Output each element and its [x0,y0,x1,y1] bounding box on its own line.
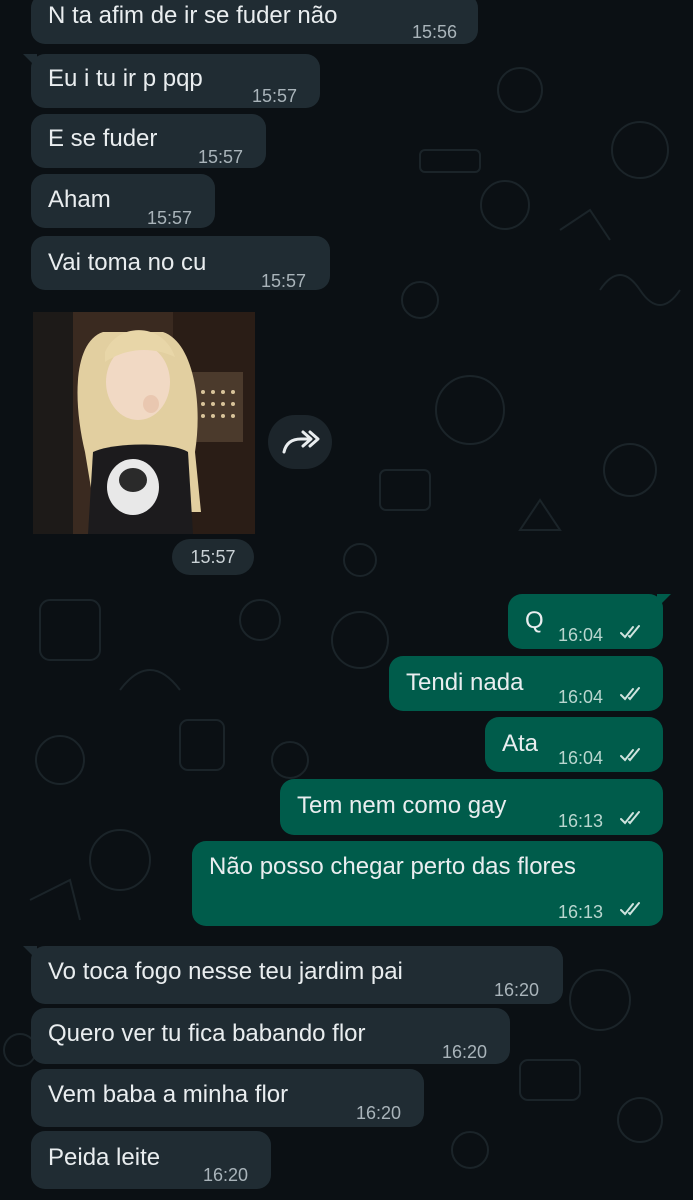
message-time: 15:57 [252,86,298,106]
message-text: E se fuder [48,125,158,152]
forward-button[interactable] [268,415,332,469]
read-receipt-icon [620,748,640,762]
message-text: Aham [48,186,111,213]
message-time: 16:20 [356,1103,402,1123]
bubble-tail [23,54,37,68]
message-time: 16:04 [558,625,604,645]
bubble-tail [657,594,671,608]
message-time: 15:57 [261,271,307,291]
forward-icon [282,430,320,454]
image-thumbnail [33,312,255,534]
outgoing-message[interactable]: Não posso chegar perto das flores 16:13 [192,841,663,926]
read-receipt-icon [620,687,640,701]
read-receipt-icon [620,902,640,916]
image-time: 15:57 [172,539,254,575]
message-time: 16:04 [558,687,604,707]
message-text: Tendi nada [406,669,524,696]
incoming-message[interactable]: N ta afim de ir se fuder não 15:56 [31,0,478,44]
message-text: Vo toca fogo nesse teu jardim pai [48,958,403,985]
message-time: 16:04 [558,748,604,768]
image-message[interactable] [33,312,255,534]
incoming-message[interactable]: Aham 15:57 [31,174,215,228]
incoming-message[interactable]: Quero ver tu fica babando flor 16:20 [31,1008,510,1064]
message-text: Eu i tu ir p pqp [48,65,203,92]
outgoing-message[interactable]: Tendi nada 16:04 [389,656,663,711]
read-receipt-icon [620,811,640,825]
message-text: Quero ver tu fica babando flor [48,1020,366,1047]
incoming-message[interactable]: E se fuder 15:57 [31,114,266,168]
message-time: 16:20 [203,1165,249,1185]
outgoing-message[interactable]: Q 16:04 [508,594,671,649]
message-text: Peida leite [48,1144,161,1171]
message-time: 16:13 [558,811,604,831]
message-time: 16:20 [494,980,540,1000]
message-text: Tem nem como gay [297,792,507,819]
incoming-message[interactable]: Vem baba a minha flor 16:20 [31,1069,424,1127]
outgoing-message[interactable]: Tem nem como gay 16:13 [280,779,663,835]
message-text: Não posso chegar perto das flores [209,853,576,880]
outgoing-message[interactable]: Ata 16:04 [485,717,663,772]
incoming-message[interactable]: Vai toma no cu 15:57 [31,236,330,291]
message-text: Vai toma no cu [48,249,207,276]
incoming-message[interactable]: Peida leite 16:20 [31,1131,271,1189]
incoming-message[interactable]: Vo toca fogo nesse teu jardim pai 16:20 [23,946,563,1004]
message-text: Ata [502,730,539,757]
message-text: Q [525,607,544,634]
message-time: 15:57 [147,208,193,228]
message-time: 16:20 [442,1042,488,1062]
bubble-tail [23,946,37,960]
read-receipt-icon [620,625,640,639]
chat-area[interactable]: N ta afim de ir se fuder não 15:56 Eu i … [0,0,693,1200]
incoming-message[interactable]: Eu i tu ir p pqp 15:57 [23,54,320,108]
message-time: 15:56 [412,22,458,42]
message-text: N ta afim de ir se fuder não [48,2,338,29]
message-time: 16:13 [558,902,604,922]
message-text: Vem baba a minha flor [48,1081,289,1108]
message-time: 15:57 [198,147,244,167]
